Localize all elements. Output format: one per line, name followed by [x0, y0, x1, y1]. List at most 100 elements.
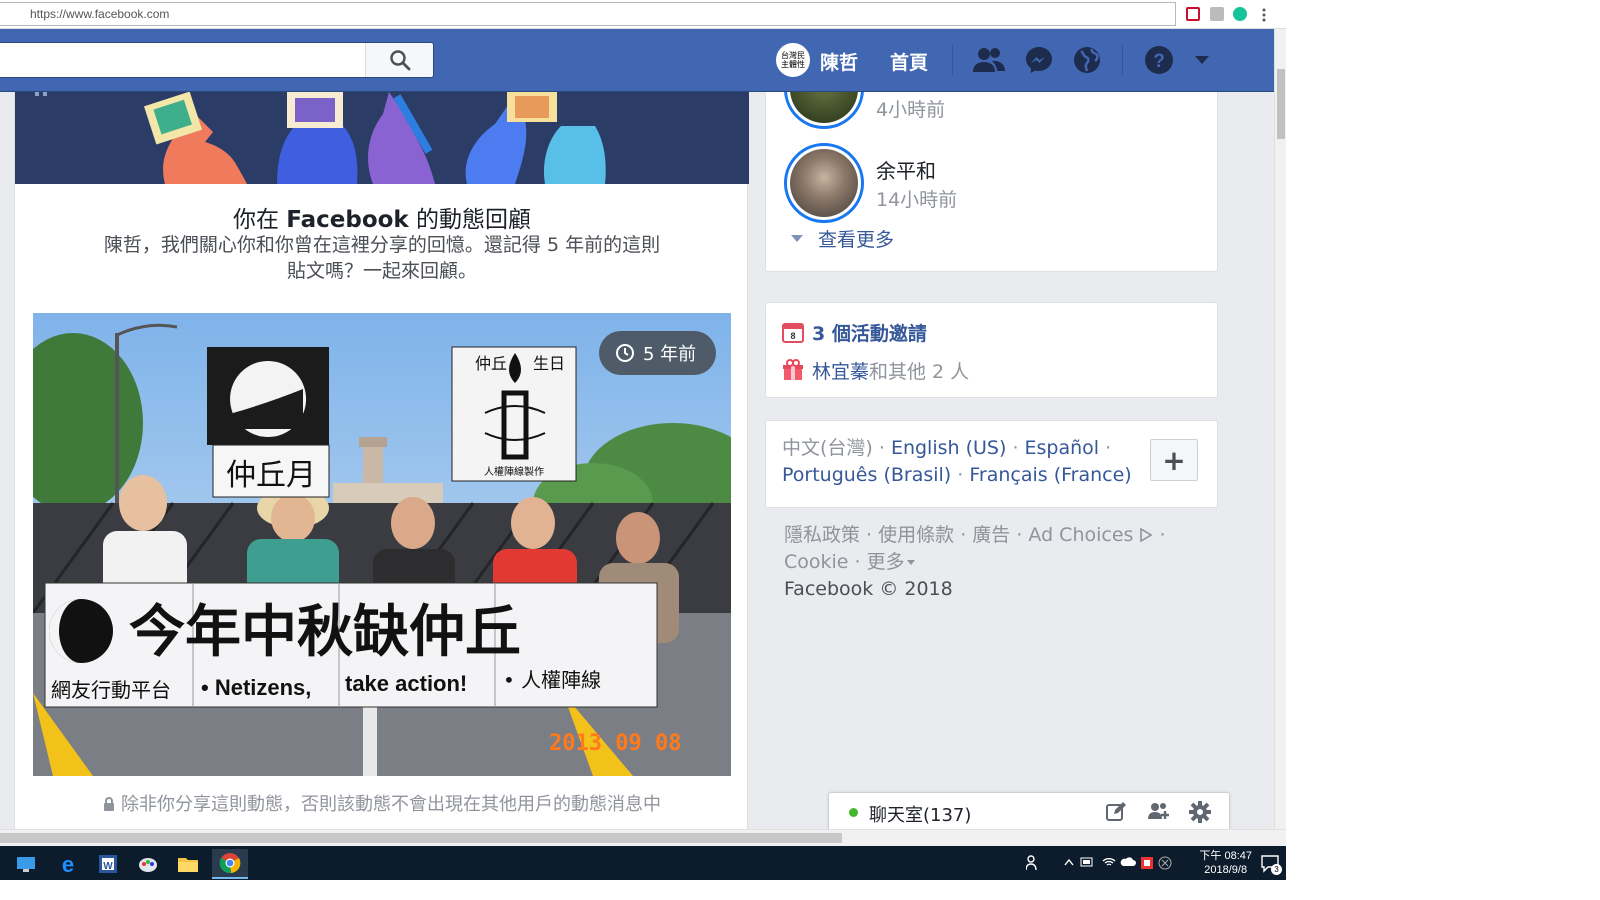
- help-button[interactable]: ?: [1142, 44, 1176, 76]
- messenger-button[interactable]: [1022, 44, 1056, 76]
- gear-icon: [1189, 801, 1211, 823]
- events-panel: 83 個活動邀請 林宜蓁和其他 2 人: [765, 302, 1218, 398]
- taskbar-edge-button[interactable]: e: [50, 849, 86, 879]
- privacy-note: 除非你分享這則動態，否則該動態不會出現在其他用戶的動態消息中: [15, 790, 749, 816]
- footer-ads-link[interactable]: 廣告: [972, 524, 1010, 546]
- story-avatar[interactable]: [784, 143, 864, 223]
- facebook-top-bar: 台灣民主體性 陳哲 首頁 ?: [0, 29, 1274, 92]
- see-more-link[interactable]: 查看更多: [790, 225, 894, 252]
- clock-icon: [616, 344, 634, 362]
- action-center-button[interactable]: 3: [1260, 853, 1282, 875]
- search-icon: [389, 50, 410, 71]
- story-name[interactable]: 余平和: [876, 155, 936, 184]
- story-time: 4小時前: [876, 99, 946, 121]
- search-button[interactable]: [365, 43, 433, 77]
- svg-text:生日: 生日: [533, 354, 565, 373]
- chat-dock[interactable]: 聊天室(137): [828, 792, 1230, 829]
- notification-count-badge: 3: [1271, 864, 1282, 875]
- svg-text:e: e: [62, 853, 74, 875]
- create-group-button[interactable]: [1147, 801, 1171, 827]
- extension-pocket-icon[interactable]: [1186, 7, 1200, 21]
- chrome-icon: [219, 853, 241, 874]
- people-icon[interactable]: [1026, 855, 1040, 871]
- birthday-name-link[interactable]: 林宜蓁: [812, 361, 869, 383]
- onedrive-icon[interactable]: [1120, 856, 1136, 868]
- profile-name-link[interactable]: 陳哲: [820, 48, 858, 75]
- event-invites-link[interactable]: 83 個活動邀請: [782, 319, 927, 346]
- plus-icon: +: [1162, 443, 1186, 477]
- svg-text:W: W: [103, 861, 113, 872]
- language-francais[interactable]: Français (France): [969, 464, 1131, 486]
- more-languages-button[interactable]: +: [1150, 439, 1198, 481]
- svg-text:8: 8: [790, 331, 795, 341]
- windows-taskbar: e W 下午 08:47 2018/9/8 3: [0, 846, 1286, 880]
- desktop-icon: [17, 857, 35, 872]
- address-bar[interactable]: https://www.facebook.com: [0, 2, 1176, 26]
- chevron-up-icon[interactable]: [1064, 858, 1074, 866]
- blank-margin: [0, 880, 1600, 900]
- browser-menu-icon[interactable]: [1262, 7, 1266, 22]
- new-message-button[interactable]: [1105, 801, 1127, 827]
- scrollbar-thumb[interactable]: [0, 833, 842, 843]
- help-icon: ?: [1145, 46, 1173, 74]
- story-avatar[interactable]: [784, 92, 864, 129]
- footer-privacy-link[interactable]: 隱私政策: [784, 524, 860, 546]
- search-box: [0, 42, 434, 78]
- footer-adchoices-link[interactable]: Ad Choices: [1028, 524, 1154, 546]
- extension-pdf-icon[interactable]: [1210, 7, 1224, 21]
- home-link[interactable]: 首頁: [890, 48, 928, 75]
- url-text[interactable]: https://www.facebook.com: [30, 7, 169, 21]
- friend-requests-button[interactable]: [972, 44, 1006, 76]
- memories-title: 你在 Facebook 的動態回顧: [232, 207, 532, 233]
- adchoices-icon: [1140, 527, 1154, 543]
- security-icon[interactable]: [1140, 856, 1154, 870]
- horizontal-scrollbar[interactable]: [0, 829, 1286, 846]
- language-list: 中文(台灣) · English (US) · Español · Portug…: [782, 437, 1132, 486]
- caret-down-icon: [1195, 56, 1209, 64]
- svg-text:仲丘月: 仲丘月: [226, 458, 316, 493]
- notifications-button[interactable]: [1070, 44, 1104, 76]
- clock[interactable]: 下午 08:47 2018/9/8: [1199, 849, 1252, 877]
- group-add-icon: [1148, 803, 1169, 819]
- online-status-dot: [849, 808, 858, 817]
- battery-icon[interactable]: [1080, 856, 1094, 868]
- wifi-icon[interactable]: [1102, 856, 1116, 868]
- taskbar-word-button[interactable]: W: [90, 849, 126, 879]
- chat-label: 聊天室(137): [869, 805, 972, 826]
- lock-icon: [104, 797, 114, 811]
- story-time: 14小時前: [876, 189, 958, 211]
- chat-settings-button[interactable]: [1189, 801, 1211, 827]
- extension-grammarly-icon[interactable]: [1233, 7, 1247, 21]
- taskbar-explorer-button[interactable]: [170, 849, 206, 879]
- vertical-scrollbar[interactable]: [1274, 29, 1286, 829]
- svg-text:• 人權陣線: • 人權陣線: [503, 668, 601, 692]
- birthday-row: 林宜蓁和其他 2 人: [782, 357, 969, 384]
- taskbar-chrome-button[interactable]: [212, 849, 248, 879]
- search-input[interactable]: [6, 47, 356, 73]
- birthday-others-link[interactable]: 和其他 2 人: [869, 361, 969, 383]
- protest-photo-illustration: 仲丘月 仲丘 生日 人權陣線製作 今年中秋缺仲丘 網友行動平台 • Netize…: [33, 313, 731, 776]
- svg-text:今年中秋缺仲丘: 今年中秋缺仲丘: [129, 599, 521, 665]
- story-photo: [790, 92, 858, 123]
- footer-cookie-link[interactable]: Cookie: [784, 551, 849, 573]
- footer-terms-link[interactable]: 使用條款: [878, 524, 954, 546]
- gift-icon: [783, 359, 803, 380]
- divider: [1122, 45, 1123, 75]
- volume-icon[interactable]: [1158, 856, 1172, 870]
- calendar-icon: 8: [782, 323, 804, 343]
- svg-text:?: ?: [1153, 51, 1165, 72]
- account-menu-button[interactable]: [1190, 44, 1214, 76]
- language-english-us[interactable]: English (US): [891, 437, 1006, 459]
- scrollbar-thumb[interactable]: [1277, 69, 1285, 139]
- taskbar-paint-button[interactable]: [130, 849, 166, 879]
- system-tray: 下午 08:47 2018/9/8 3: [1006, 846, 1286, 880]
- taskbar-desktop-button[interactable]: [8, 849, 44, 879]
- language-espanol[interactable]: Español: [1025, 437, 1100, 459]
- profile-avatar[interactable]: 台灣民主體性: [776, 43, 810, 77]
- memory-photo[interactable]: 仲丘月 仲丘 生日 人權陣線製作 今年中秋缺仲丘 網友行動平台 • Netize…: [33, 313, 731, 776]
- language-portugues[interactable]: Português (Brasil): [782, 464, 951, 486]
- footer-more-link[interactable]: 更多: [867, 551, 915, 573]
- browser-toolbar: https://www.facebook.com: [0, 0, 1286, 29]
- language-current: 中文(台灣): [782, 437, 873, 459]
- memories-subtitle: 陳哲，我們關心你和你曾在這裡分享的回憶。還記得 5 年前的這則貼文嗎？一起來回顧…: [103, 234, 661, 282]
